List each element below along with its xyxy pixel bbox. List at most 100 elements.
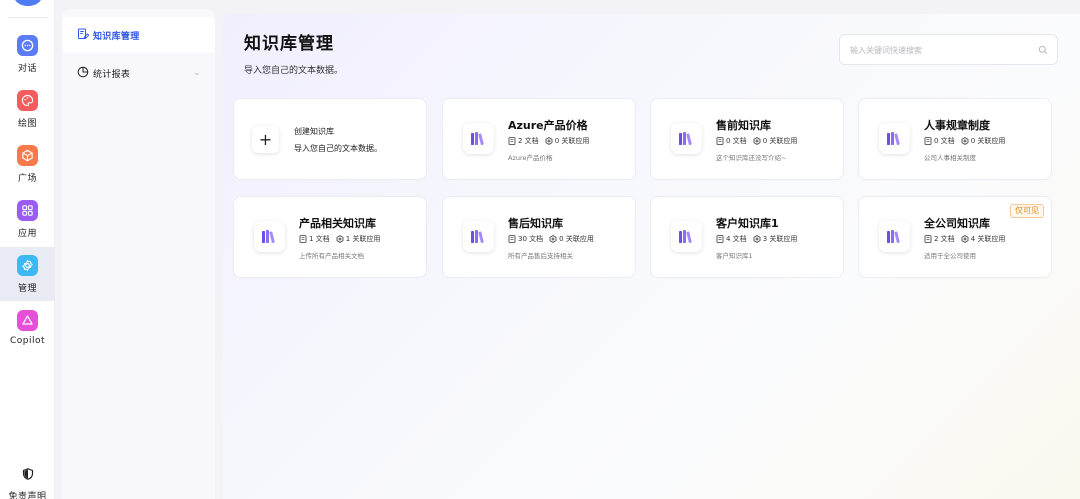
doc-count: 0 文档 — [934, 137, 955, 145]
submenu-item-label: 统计报表 — [93, 69, 131, 80]
card-stats: 1 文档 1 关联应用 — [299, 234, 386, 244]
linked-app-icon — [336, 235, 344, 243]
rail-item-manage[interactable]: 管理 — [0, 247, 55, 301]
app-count: 4 关联应用 — [970, 235, 1006, 243]
left-rail: 对话 绘图 广场 应用 管理 Copilot 免责声明 — [0, 0, 55, 499]
linked-app-icon — [961, 235, 969, 243]
rail-divider — [8, 17, 48, 18]
app-count: 0 关联应用 — [970, 137, 1006, 145]
card-title: 售后知识库 — [508, 217, 563, 230]
submenu-item-label: 知识库管理 — [93, 31, 140, 42]
card-desc: 这个知识库还没写介绍~ — [716, 154, 787, 162]
knowledge-card[interactable]: 产品相关知识库 1 文档 1 关联应用 上传所有产品相关文档 — [233, 196, 427, 278]
books-icon — [671, 221, 702, 252]
plus-icon: + — [252, 126, 279, 153]
doc-count: 0 文档 — [726, 137, 747, 145]
rail-item-chat[interactable]: 对话 — [0, 27, 55, 81]
knowledge-card[interactable]: 仅可见 全公司知识库 2 文档 4 关联应用 适用于全公司使用 — [858, 196, 1052, 278]
card-title: 产品相关知识库 — [299, 217, 376, 230]
rail-item-label: 对话 — [17, 64, 37, 74]
gear-icon — [17, 255, 38, 276]
create-knowledge-card[interactable]: + 创建知识库 导入您自己的文本数据。 — [233, 98, 427, 180]
card-stats: 30 文档 0 关联应用 — [508, 234, 600, 244]
document-icon — [716, 137, 724, 145]
knowledge-card[interactable]: 售后知识库 30 文档 0 关联应用 所有产品售后支持相关 — [442, 196, 636, 278]
linked-app-icon — [549, 235, 557, 243]
rail-item-disclaimer[interactable]: 免责声明 — [0, 465, 55, 499]
app-count: 1 关联应用 — [345, 235, 381, 243]
document-icon — [508, 235, 516, 243]
rail-item-apps[interactable]: 应用 — [0, 192, 55, 246]
rail-item-square[interactable]: 广场 — [0, 137, 55, 191]
copilot-triangle-icon — [17, 310, 38, 331]
card-title: 客户知识库1 — [716, 217, 779, 230]
create-card-title: 创建知识库 — [294, 127, 334, 136]
app-count: 3 关联应用 — [762, 235, 798, 243]
submenu-item-stats[interactable]: 统计报表 ⌄ — [62, 55, 215, 91]
rail-item-label: 管理 — [17, 284, 37, 294]
linked-app-icon — [545, 137, 553, 145]
card-desc: 上传所有产品相关文档 — [299, 252, 364, 260]
doc-count: 30 文档 — [518, 235, 544, 243]
document-icon — [716, 235, 724, 243]
knowledge-card[interactable]: 人事规章制度 0 文档 0 关联应用 公司人事相关制度 — [858, 98, 1052, 180]
doc-count: 1 文档 — [309, 235, 330, 243]
search-box[interactable] — [839, 34, 1058, 65]
knowledge-card[interactable]: 售前知识库 0 文档 0 关联应用 这个知识库还没写介绍~ — [650, 98, 844, 180]
books-icon — [879, 221, 910, 252]
pie-chart-icon — [77, 66, 93, 81]
books-icon — [463, 221, 494, 252]
rail-item-label: 广场 — [17, 174, 37, 184]
rail-item-label: 免责声明 — [8, 492, 47, 499]
chat-bubble-icon — [17, 35, 38, 56]
card-stats: 2 文档 0 关联应用 — [508, 136, 595, 146]
books-icon — [254, 221, 285, 252]
app-count: 0 关联应用 — [762, 137, 798, 145]
knowledge-card[interactable]: 客户知识库1 4 文档 3 关联应用 客户知识库1 — [650, 196, 844, 278]
card-desc: 所有产品售后支持相关 — [508, 252, 573, 260]
submenu-item-knowledge[interactable]: 知识库管理 — [62, 17, 215, 53]
app-count: 0 关联应用 — [559, 235, 594, 243]
card-desc: Azure产品价格 — [508, 154, 553, 162]
card-desc: 公司人事相关制度 — [924, 154, 976, 162]
rail-item-label: Copilot — [9, 336, 46, 346]
doc-count: 2 文档 — [518, 137, 539, 145]
app-logo[interactable] — [14, 0, 42, 6]
linked-app-icon — [753, 235, 761, 243]
palette-icon — [17, 90, 38, 111]
card-stats: 0 文档 0 关联应用 — [716, 136, 803, 146]
document-icon — [924, 235, 932, 243]
main-panel: 知识库管理 导入您自己的文本数据。 + 创建知识库 导入您自己的文本数据。 Az… — [223, 14, 1080, 499]
search-input[interactable] — [850, 43, 1030, 57]
linked-app-icon — [753, 137, 761, 145]
document-icon — [299, 235, 307, 243]
card-desc: 客户知识库1 — [716, 252, 753, 260]
card-stats: 2 文档 4 关联应用 — [924, 234, 1011, 244]
doc-count: 2 文档 — [934, 235, 955, 243]
card-title: Azure产品价格 — [508, 119, 588, 132]
shield-icon — [22, 465, 34, 484]
rail-item-draw[interactable]: 绘图 — [0, 82, 55, 136]
books-icon — [463, 123, 494, 154]
card-title: 人事规章制度 — [924, 119, 990, 132]
chevron-down-icon[interactable]: ⌄ — [193, 68, 201, 78]
cube-icon — [17, 145, 38, 166]
doc-count: 4 文档 — [726, 235, 747, 243]
search-icon[interactable] — [1038, 45, 1048, 55]
knowledge-edit-icon — [77, 28, 93, 43]
page-title: 知识库管理 — [244, 34, 334, 54]
card-title: 全公司知识库 — [924, 217, 990, 230]
apps-grid-icon — [17, 200, 38, 221]
secondary-menu: 知识库管理 统计报表 ⌄ — [62, 9, 215, 499]
rail-item-label: 应用 — [17, 229, 37, 239]
linked-app-icon — [961, 137, 969, 145]
rail-item-label: 绘图 — [17, 119, 37, 129]
card-title: 售前知识库 — [716, 119, 771, 132]
knowledge-card[interactable]: Azure产品价格 2 文档 0 关联应用 Azure产品价格 — [442, 98, 636, 180]
document-icon — [508, 137, 516, 145]
document-icon — [924, 137, 932, 145]
rail-item-copilot[interactable]: Copilot — [0, 302, 55, 356]
books-icon — [671, 123, 702, 154]
books-icon — [879, 123, 910, 154]
card-stats: 4 文档 3 关联应用 — [716, 234, 803, 244]
